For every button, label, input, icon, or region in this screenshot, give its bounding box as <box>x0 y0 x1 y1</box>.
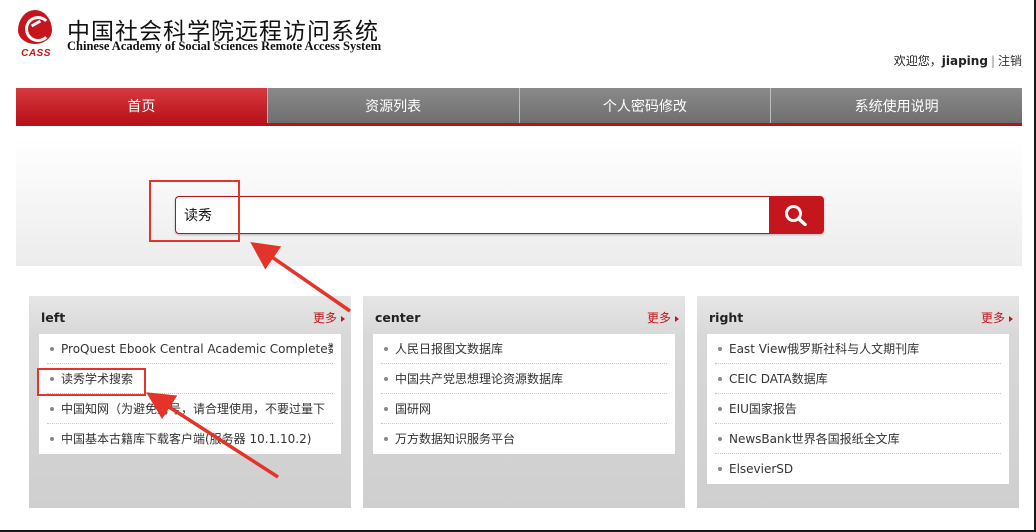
nav-resource-list[interactable]: 资源列表 <box>267 88 520 123</box>
nav-home[interactable]: 首页 <box>16 88 268 123</box>
panel-title: center <box>375 310 421 325</box>
panel-center: center 更多 人民日报图文数据库 中国共产党思想理论资源数据库 国研网 万… <box>363 296 685 508</box>
list-item[interactable]: 人民日报图文数据库 <box>381 334 667 364</box>
resource-list: East View俄罗斯社科与人文期刊库 CEIC DATA数据库 EIU国家报… <box>707 334 1009 484</box>
list-item[interactable]: ProQuest Ebook Central Academic Complete… <box>47 334 333 364</box>
username: jiaping <box>941 54 988 68</box>
search-input[interactable] <box>175 196 769 234</box>
welcome-separator: | <box>990 54 995 68</box>
list-item[interactable]: 中国基本古籍库下载客户端(服务器 10.1.10.2) <box>47 424 333 454</box>
list-item[interactable]: CEIC DATA数据库 <box>715 364 1001 394</box>
nav-change-password[interactable]: 个人密码修改 <box>519 88 772 123</box>
resource-list: ProQuest Ebook Central Academic Complete… <box>39 334 341 454</box>
resource-list: 人民日报图文数据库 中国共产党思想理论资源数据库 国研网 万方数据知识服务平台 <box>373 334 675 454</box>
cass-logo: CASS <box>16 10 56 60</box>
panel-title: left <box>41 310 66 325</box>
panel-left: left 更多 ProQuest Ebook Central Academic … <box>29 296 351 508</box>
list-item[interactable]: NewsBank世界各国报纸全文库 <box>715 424 1001 454</box>
logout-link[interactable]: 注销 <box>998 54 1022 68</box>
search-form <box>175 196 824 234</box>
list-item[interactable]: 国研网 <box>381 394 667 424</box>
more-link[interactable]: 更多 <box>313 309 345 326</box>
list-item[interactable]: EIU国家报告 <box>715 394 1001 424</box>
panel-header: center 更多 <box>363 296 685 336</box>
panel-header: right 更多 <box>697 296 1019 336</box>
list-item[interactable]: 中国共产党思想理论资源数据库 <box>381 364 667 394</box>
panel-right: right 更多 East View俄罗斯社科与人文期刊库 CEIC DATA数… <box>697 296 1019 508</box>
more-link[interactable]: 更多 <box>981 309 1013 326</box>
list-item[interactable]: 中国知网（为避免封号，请合理使用，不要过量下 <box>47 394 333 424</box>
logo-abbr: CASS <box>21 48 51 59</box>
nav-system-help[interactable]: 系统使用说明 <box>771 88 1022 123</box>
welcome-prefix: 欢迎您， <box>893 54 942 68</box>
list-item[interactable]: East View俄罗斯社科与人文期刊库 <box>715 334 1001 364</box>
panel-title: right <box>709 310 744 325</box>
list-item[interactable]: ElsevierSD <box>715 454 1001 484</box>
main-nav: 首页 资源列表 个人密码修改 系统使用说明 <box>16 88 1022 126</box>
search-button[interactable] <box>769 196 824 234</box>
cass-logo-icon <box>18 10 52 44</box>
welcome-bar: 欢迎您，jiaping | 注销 <box>894 52 1022 69</box>
list-item[interactable]: 读秀学术搜索 <box>47 364 333 394</box>
more-link[interactable]: 更多 <box>647 309 679 326</box>
site-title-en: Chinese Academy of Social Sciences Remot… <box>67 39 382 53</box>
list-item[interactable]: 万方数据知识服务平台 <box>381 424 667 454</box>
panel-header: left 更多 <box>29 296 351 336</box>
